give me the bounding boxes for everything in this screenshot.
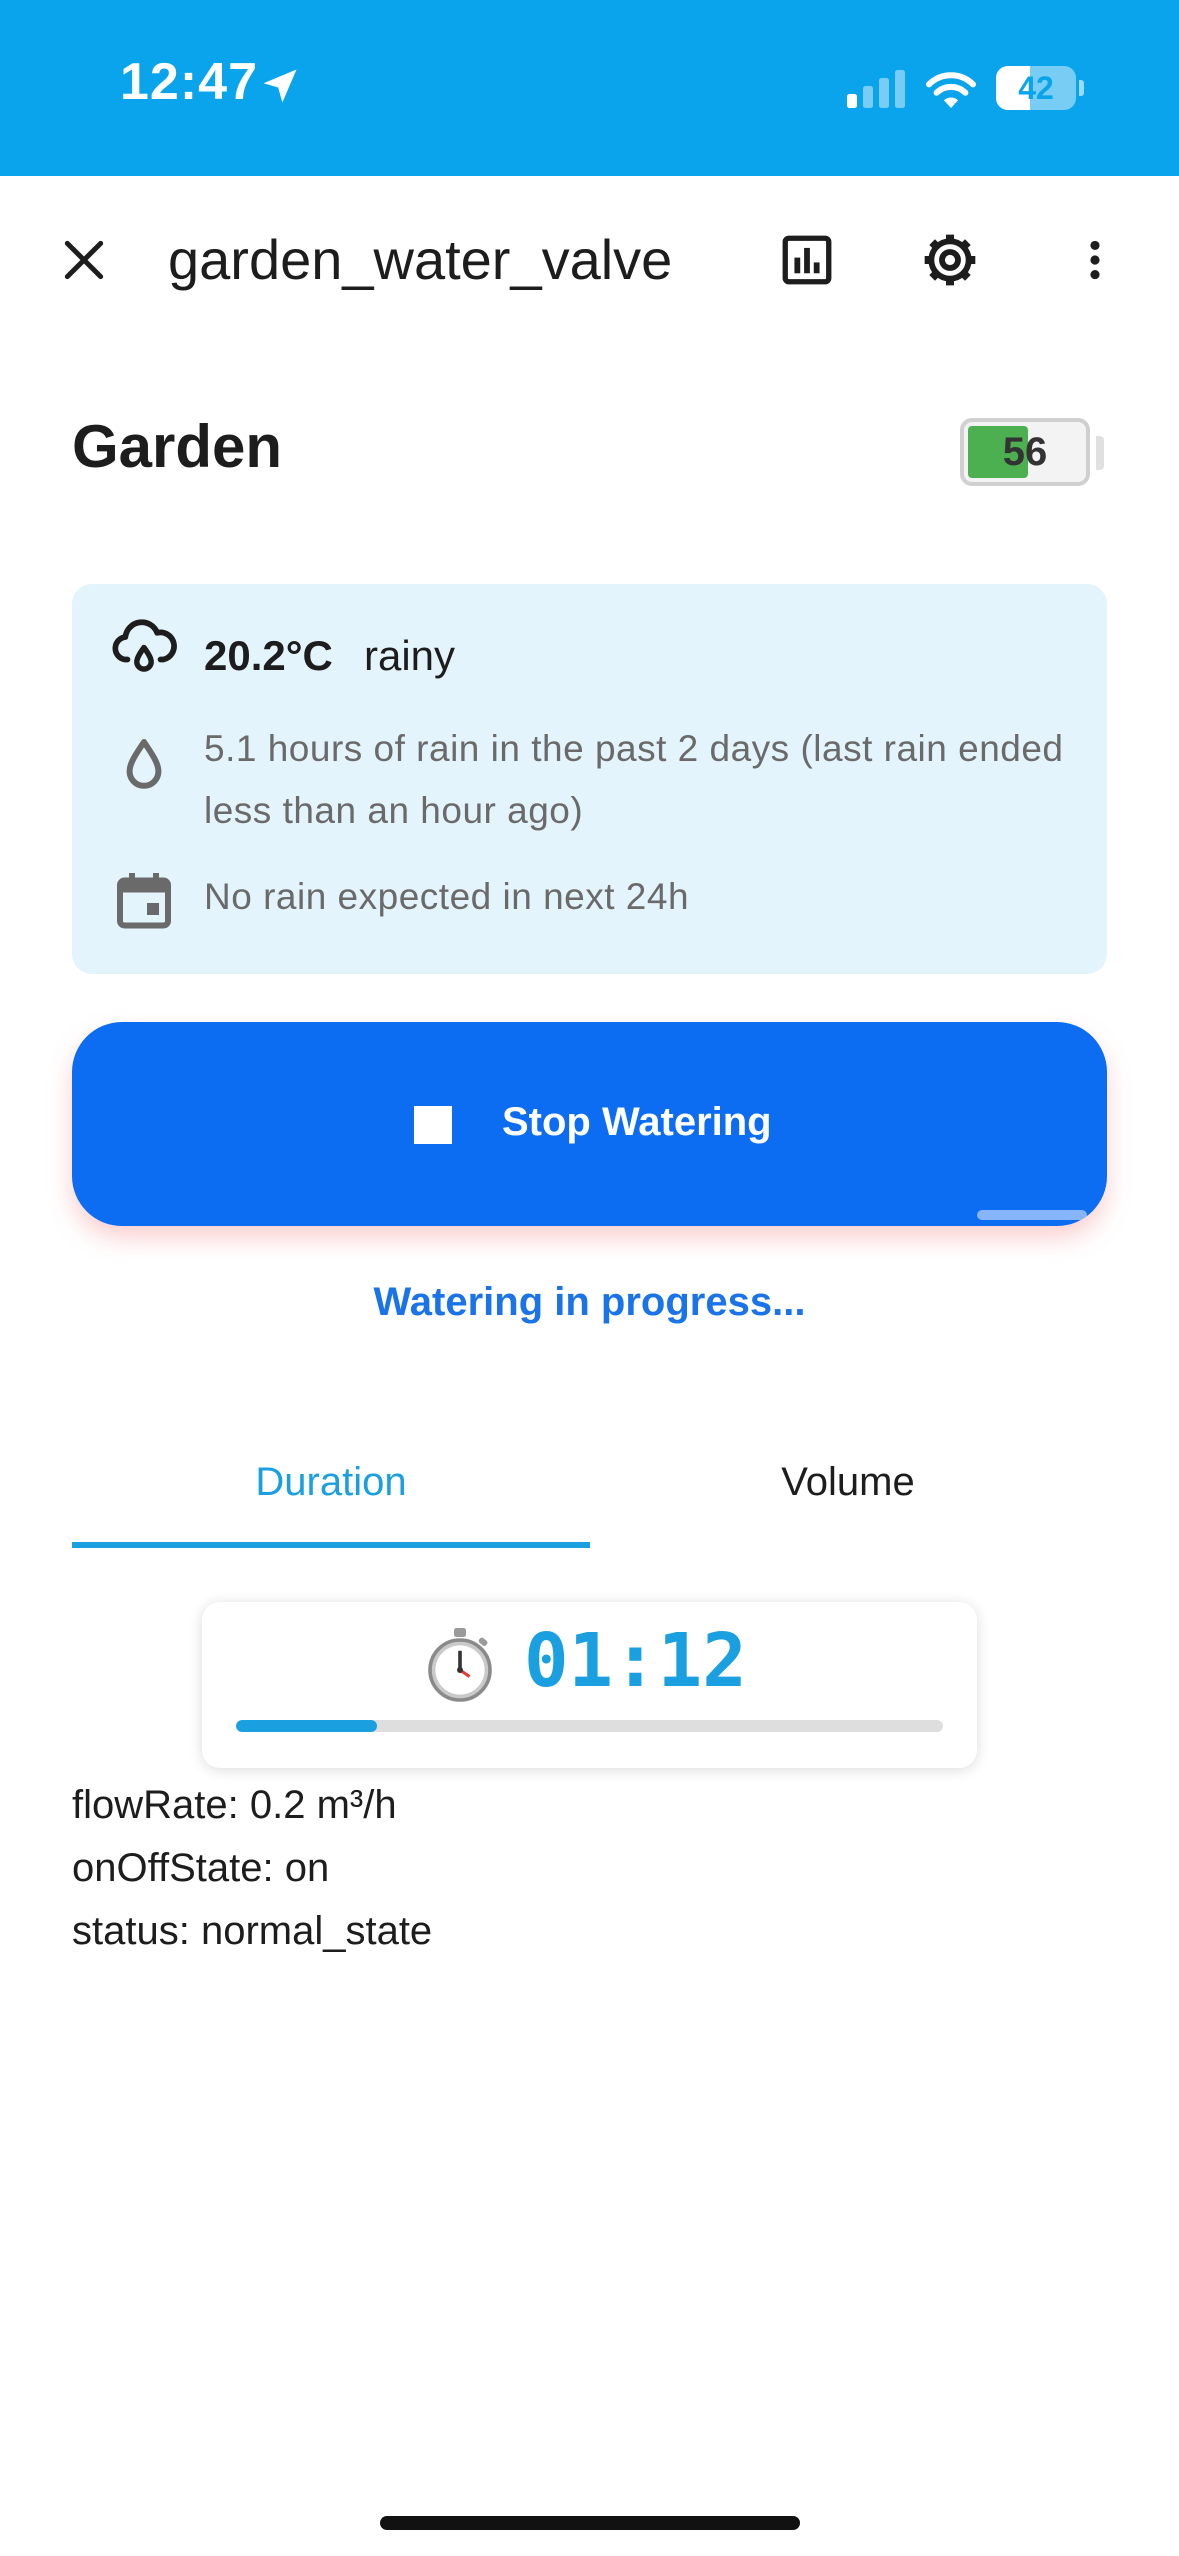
attribute-flow-rate: flowRate: 0.2 m³/h <box>72 1783 397 1827</box>
watering-status-text: Watering in progress... <box>373 1280 806 1324</box>
status-time: 12:47 <box>120 53 258 111</box>
device-battery-tip <box>1096 436 1104 470</box>
calendar-icon <box>117 873 171 929</box>
page-title: garden_water_valve <box>168 228 673 291</box>
weather-condition: rainy <box>364 632 456 679</box>
timer-progress-fill <box>236 1720 378 1732</box>
water-drop-icon <box>126 739 162 789</box>
timer-card: 01:12 <box>202 1602 977 1768</box>
cellular-signal-icon <box>847 70 905 108</box>
close-button[interactable] <box>44 220 124 300</box>
gear-icon <box>924 234 976 286</box>
tab-volume[interactable]: Volume <box>589 1460 1107 1505</box>
device-battery-indicator: 56 <box>960 418 1090 486</box>
settings-button[interactable] <box>910 220 990 300</box>
attribute-on-off-state: onOffState: on <box>72 1846 330 1890</box>
rain-forecast-text: No rain expected in next 24h <box>204 876 690 917</box>
close-icon <box>64 240 104 280</box>
location-arrow-icon <box>263 69 297 103</box>
more-options-button[interactable] <box>1055 220 1135 300</box>
tab-duration[interactable]: Duration <box>72 1460 590 1505</box>
cloud-rain-icon <box>112 619 177 672</box>
weather-temperature: 20.2°C <box>204 632 333 679</box>
history-chart-button[interactable] <box>767 220 847 300</box>
more-vertical-icon <box>1090 240 1100 280</box>
rain-history-text: 5.1 hours of rain in the past 2 days (la… <box>204 728 1064 831</box>
timer-value: 01:12 <box>524 1618 747 1704</box>
chart-icon <box>782 235 832 285</box>
tab-selected-indicator <box>72 1542 590 1548</box>
wifi-icon <box>926 72 976 108</box>
attribute-status: status: normal_state <box>72 1909 433 1953</box>
app-bar: garden_water_valve <box>0 176 1179 346</box>
timer-progress-track <box>236 1720 943 1732</box>
app-screen: 12:47 42 garden_water_valve Garden 56 20… <box>0 0 1179 2556</box>
button-progress-bar <box>977 1210 1087 1220</box>
device-attributes: flowRate: 0.2 m³/h onOffState: on status… <box>72 1774 432 1963</box>
battery-level-text: 42 <box>1018 70 1054 106</box>
device-name: Garden <box>72 413 283 480</box>
battery-tip <box>1079 80 1084 96</box>
battery-icon: 42 <box>996 66 1076 110</box>
stop-watering-button[interactable]: Stop Watering <box>72 1022 1107 1226</box>
stop-icon <box>414 1106 452 1144</box>
stopwatch-icon <box>428 1628 492 1702</box>
home-indicator[interactable] <box>380 2516 800 2530</box>
device-battery-level: 56 <box>1002 430 1048 474</box>
weather-card: 20.2°C rainy 5.1 hours of rain in the pa… <box>72 584 1107 974</box>
stop-watering-label: Stop Watering <box>502 1100 772 1144</box>
status-bar: 12:47 42 <box>0 0 1179 176</box>
